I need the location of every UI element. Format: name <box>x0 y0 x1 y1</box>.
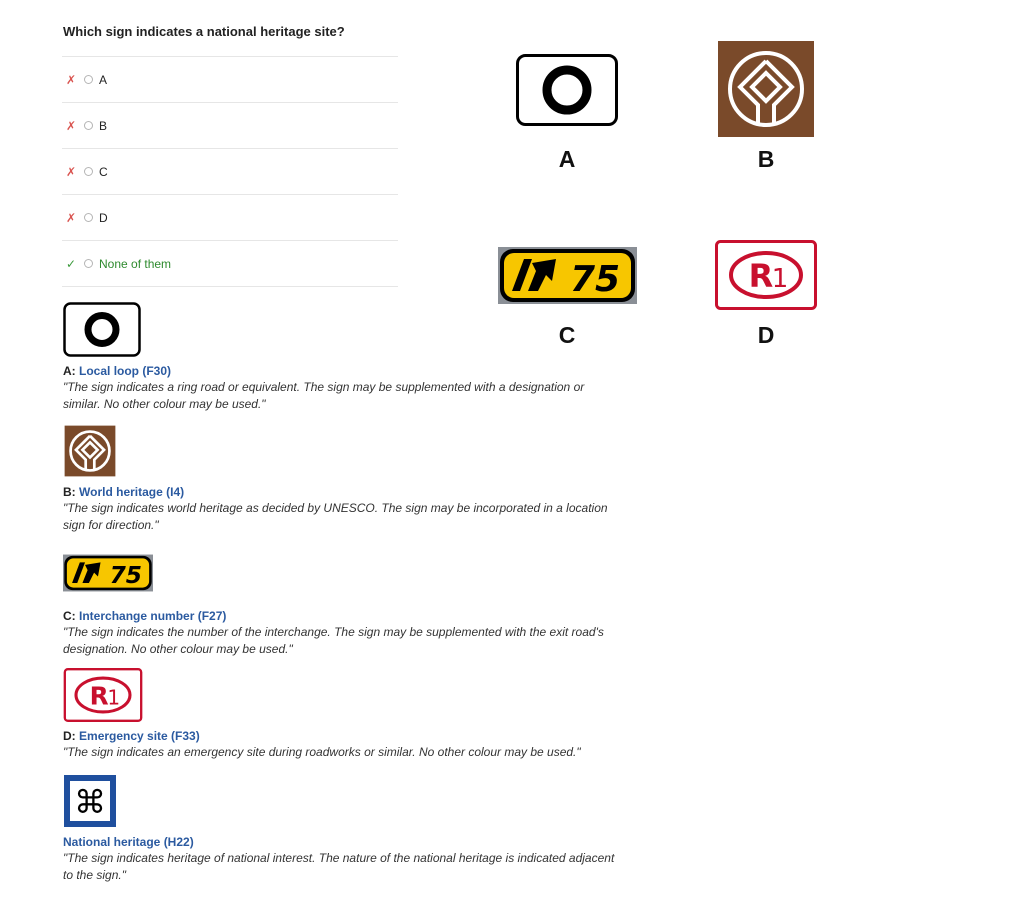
emergency-code-sub: 1 <box>107 685 120 709</box>
explanation-prefix: C: <box>63 609 76 623</box>
radio-button[interactable] <box>84 259 93 268</box>
explanation-title: A: Local loop (F30) <box>63 364 623 378</box>
option-label: C <box>99 164 108 179</box>
interchange-sign-icon: 75 <box>498 247 637 304</box>
explanation-link[interactable]: Interchange number (F27) <box>79 609 226 623</box>
explanation-quote: "The sign indicates world heritage as de… <box>63 501 608 532</box>
option-c[interactable]: ✗ C <box>62 149 398 195</box>
emergency-site-sign-icon: R 1 <box>63 668 143 722</box>
option-none-of-them[interactable]: ✓ None of them <box>62 241 398 287</box>
explanation-a: A: Local loop (F30) "The sign indicates … <box>63 302 623 413</box>
answer-options: ✗ A ✗ B ✗ C ✗ D ✓ None of them <box>62 56 398 287</box>
option-label: D <box>99 210 108 225</box>
emergency-code: R <box>90 681 109 710</box>
explanation-link[interactable]: Local loop (F30) <box>79 364 171 378</box>
wrong-mark-icon: ✗ <box>66 118 77 133</box>
explanation-prefix: A: <box>63 364 76 378</box>
explanation-title: B: World heritage (I4) <box>63 485 623 499</box>
explanation-prefix: D: <box>63 729 76 743</box>
interchange-number: 75 <box>570 259 620 300</box>
wrong-mark-icon: ✗ <box>66 210 77 225</box>
sign-letter-b: B <box>757 146 775 172</box>
option-a[interactable]: ✗ A <box>62 57 398 103</box>
radio-button[interactable] <box>84 213 93 222</box>
explanation-c: 75 C: Interchange number (F27) "The sign… <box>63 554 623 658</box>
local-loop-sign-icon <box>516 54 618 126</box>
correct-mark-icon: ✓ <box>66 256 77 271</box>
option-label: None of them <box>99 256 172 271</box>
interchange-number: 75 <box>110 562 142 589</box>
sign-letter-a: A <box>558 146 576 172</box>
national-heritage-sign-icon: ⌘ <box>63 774 117 828</box>
explanation-link[interactable]: National heritage (H22) <box>63 835 194 849</box>
wrong-mark-icon: ✗ <box>66 164 77 179</box>
world-heritage-sign-icon <box>63 424 117 478</box>
emergency-site-sign-icon: R 1 <box>715 240 817 310</box>
explanation-prefix: B: <box>63 485 76 499</box>
interchange-sign-icon: 75 <box>63 554 153 592</box>
option-b[interactable]: ✗ B <box>62 103 398 149</box>
emergency-code: R <box>749 257 774 295</box>
explanation-quote: "The sign indicates heritage of national… <box>63 851 615 882</box>
explanation-d: R 1 D: Emergency site (F33) "The sign in… <box>63 668 623 761</box>
radio-button[interactable] <box>84 75 93 84</box>
explanation-title: C: Interchange number (F27) <box>63 609 623 623</box>
question-text: Which sign indicates a national heritage… <box>63 24 345 39</box>
option-d[interactable]: ✗ D <box>62 195 398 241</box>
sign-letter-d: D <box>757 322 775 348</box>
emergency-code-sub: 1 <box>772 264 789 294</box>
world-heritage-sign-icon <box>716 39 816 139</box>
explanation-link[interactable]: World heritage (I4) <box>79 485 184 499</box>
explanation-quote: "The sign indicates a ring road or equiv… <box>63 380 585 411</box>
local-loop-sign-icon <box>63 302 141 357</box>
explanation-title: National heritage (H22) <box>63 835 623 849</box>
explanation-quote: "The sign indicates an emergency site du… <box>63 745 581 759</box>
explanation-national-heritage: ⌘ National heritage (H22) "The sign indi… <box>63 774 623 884</box>
explanation-b: B: World heritage (I4) "The sign indicat… <box>63 424 623 534</box>
explanation-quote: "The sign indicates the number of the in… <box>63 625 604 656</box>
radio-button[interactable] <box>84 121 93 130</box>
wrong-mark-icon: ✗ <box>66 72 77 87</box>
command-icon: ⌘ <box>74 783 106 821</box>
option-label: B <box>99 118 108 133</box>
radio-button[interactable] <box>84 167 93 176</box>
explanation-link[interactable]: Emergency site (F33) <box>79 729 200 743</box>
explanation-title: D: Emergency site (F33) <box>63 729 623 743</box>
option-label: A <box>99 72 108 87</box>
